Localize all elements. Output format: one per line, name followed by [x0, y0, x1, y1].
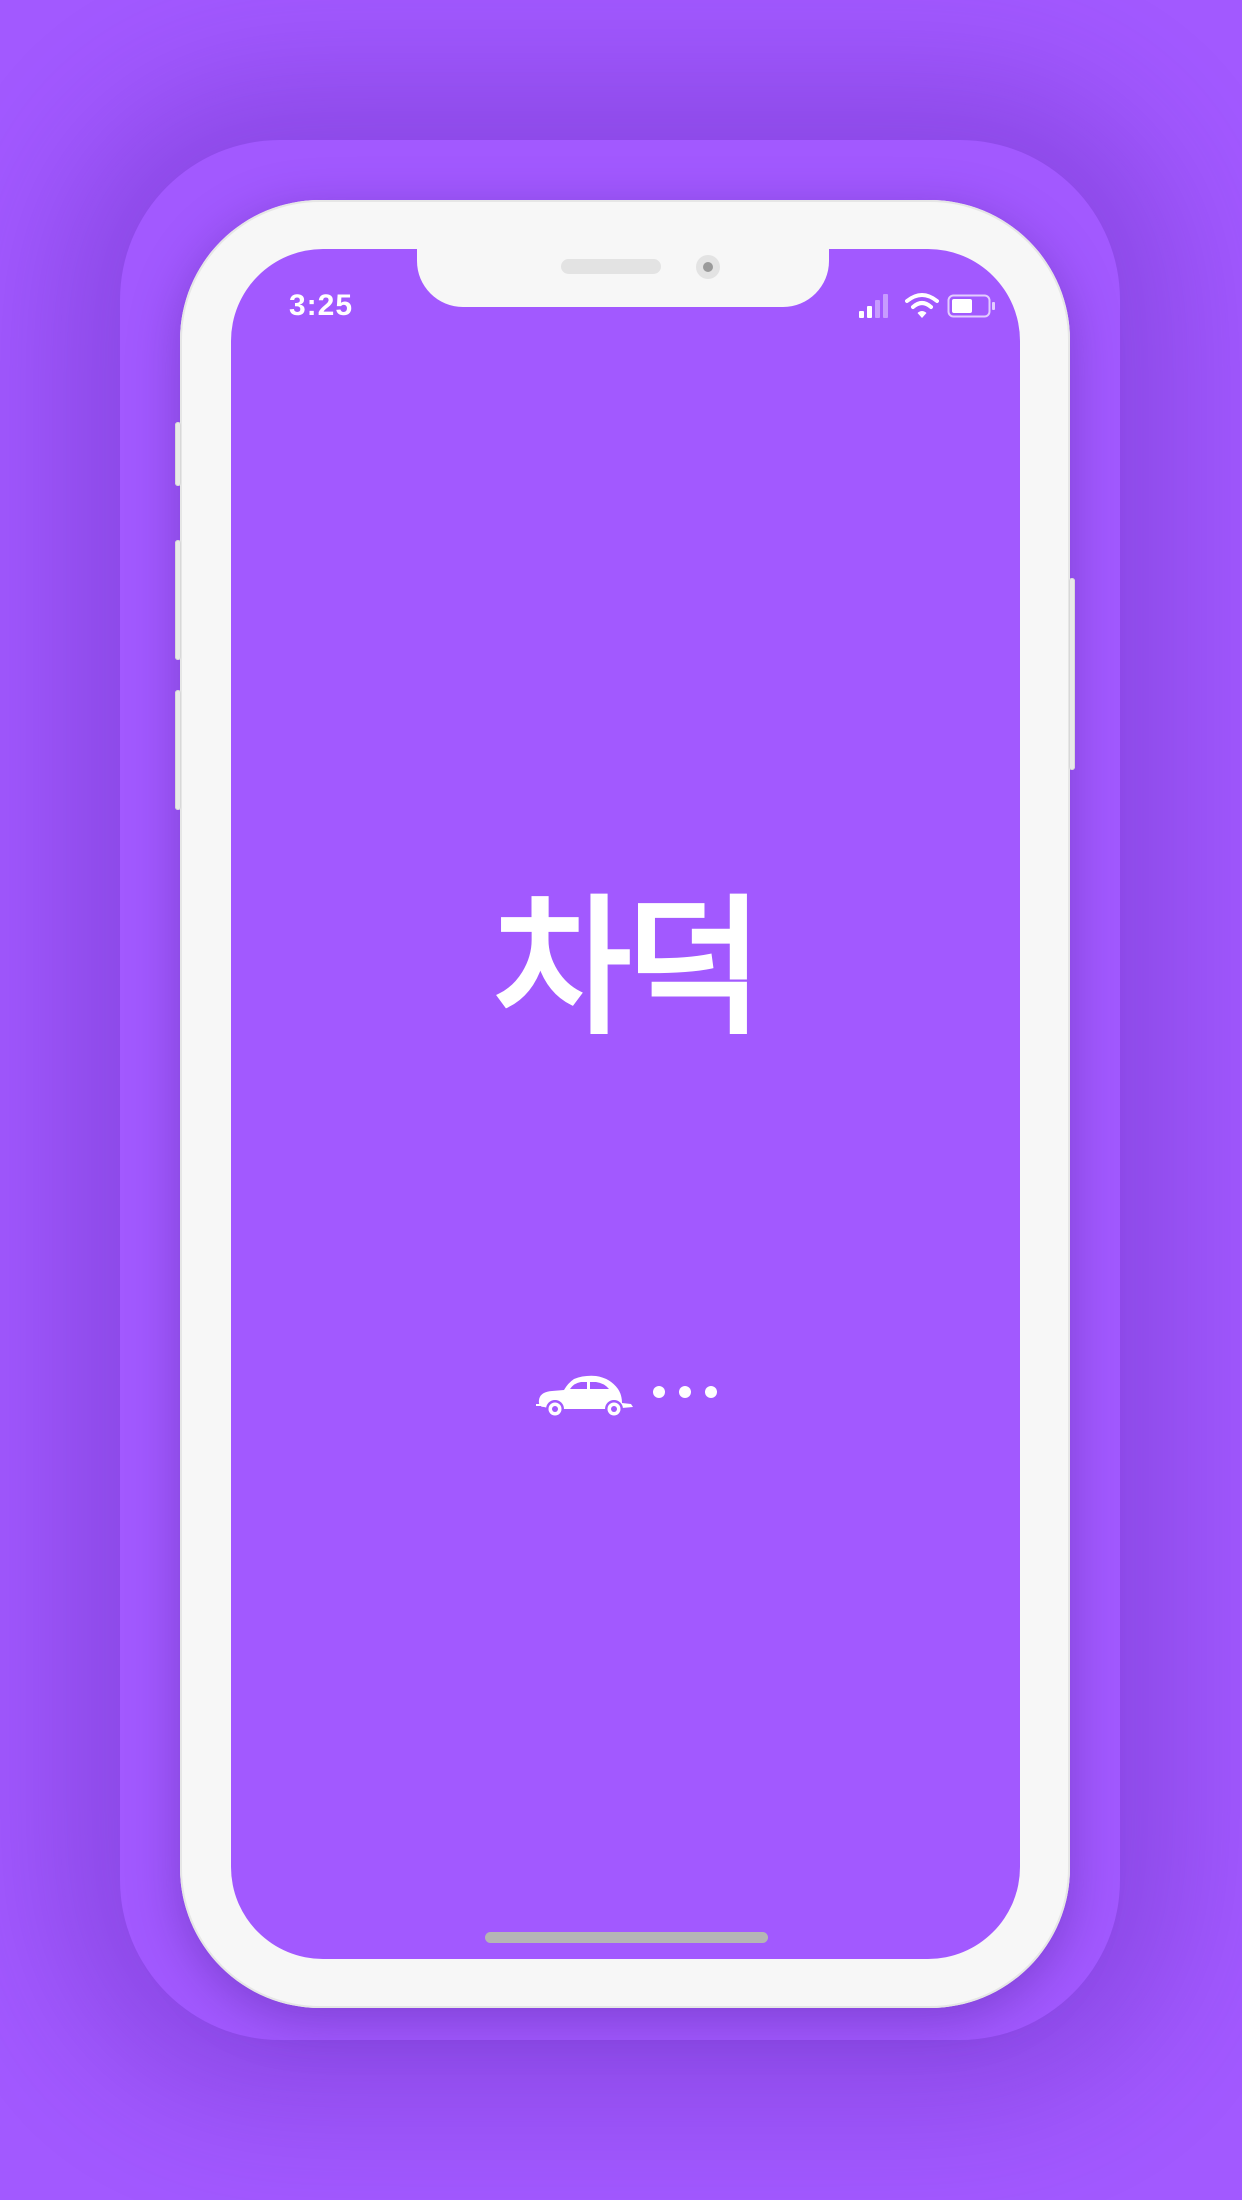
- car-icon: [536, 1375, 633, 1418]
- volume-down-button: [175, 690, 181, 810]
- wifi-icon: [905, 293, 939, 318]
- status-icons: [857, 291, 997, 321]
- loading-dot: [679, 1386, 691, 1398]
- home-indicator[interactable]: [485, 1932, 768, 1943]
- status-time: 3:25: [289, 289, 354, 322]
- loading-dot: [653, 1386, 665, 1398]
- loading-dot: [705, 1386, 717, 1398]
- cellular-signal-icon: [859, 294, 888, 318]
- front-camera: [696, 255, 720, 279]
- volume-up-button: [175, 540, 181, 660]
- loading-indicator: [534, 1365, 734, 1421]
- battery-icon: [947, 294, 995, 318]
- power-button: [1069, 578, 1075, 770]
- speaker: [561, 259, 661, 274]
- mute-switch: [175, 422, 181, 486]
- screen: 3:25 차덕: [231, 249, 1020, 1959]
- notch: [417, 249, 829, 307]
- phone-frame: 3:25 차덕: [175, 200, 1075, 2008]
- app-title: 차덕: [493, 882, 763, 1056]
